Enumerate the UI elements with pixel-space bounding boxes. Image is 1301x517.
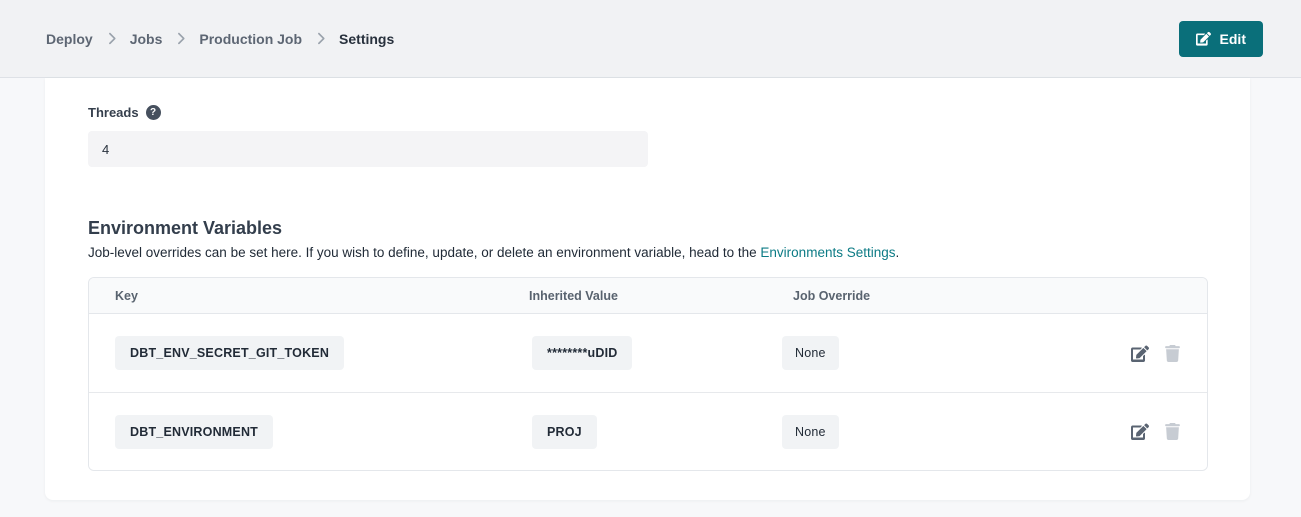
edit-pencil-square-icon bbox=[1131, 423, 1149, 440]
env-var-job-override: None bbox=[782, 415, 839, 449]
edit-pencil-square-icon bbox=[1196, 31, 1211, 46]
env-var-key: DBT_ENVIRONMENT bbox=[115, 415, 273, 449]
chevron-right-icon bbox=[316, 32, 325, 45]
settings-card: Threads ? Environment Variables Job-leve… bbox=[45, 78, 1250, 500]
edit-row-button[interactable] bbox=[1131, 423, 1149, 440]
table-row: DBT_ENV_SECRET_GIT_TOKEN ********uDID No… bbox=[89, 314, 1207, 392]
breadcrumb-item-deploy[interactable]: Deploy bbox=[46, 31, 93, 47]
edit-button-label: Edit bbox=[1220, 31, 1246, 47]
environment-variables-description: Job-level overrides can be set here. If … bbox=[88, 245, 1208, 260]
env-var-key: DBT_ENV_SECRET_GIT_TOKEN bbox=[115, 336, 344, 370]
chevron-right-icon bbox=[176, 32, 185, 45]
column-header-key: Key bbox=[89, 289, 529, 303]
chevron-right-icon bbox=[107, 32, 116, 45]
description-text: Job-level overrides can be set here. If … bbox=[88, 245, 760, 260]
column-header-inherited-value: Inherited Value bbox=[529, 289, 782, 303]
delete-row-button[interactable] bbox=[1165, 423, 1180, 440]
trash-icon bbox=[1165, 423, 1180, 440]
environment-variables-heading: Environment Variables bbox=[88, 218, 1208, 239]
edit-row-button[interactable] bbox=[1131, 345, 1149, 362]
delete-row-button[interactable] bbox=[1165, 345, 1180, 362]
environments-settings-link[interactable]: Environments Settings bbox=[760, 245, 895, 260]
breadcrumb-item-production-job[interactable]: Production Job bbox=[199, 31, 302, 47]
edit-pencil-square-icon bbox=[1131, 345, 1149, 362]
breadcrumb-item-jobs[interactable]: Jobs bbox=[130, 31, 163, 47]
breadcrumb: Deploy Jobs Production Job Settings bbox=[46, 31, 394, 47]
threads-input[interactable] bbox=[88, 131, 648, 167]
table-header-row: Key Inherited Value Job Override bbox=[89, 278, 1207, 314]
description-period: . bbox=[896, 245, 900, 260]
env-var-inherited-value: PROJ bbox=[532, 415, 597, 449]
breadcrumb-item-settings: Settings bbox=[339, 31, 394, 47]
circle-question-icon[interactable]: ? bbox=[146, 105, 161, 120]
column-header-job-override: Job Override bbox=[782, 289, 1032, 303]
env-var-inherited-value: ********uDID bbox=[532, 336, 632, 370]
environment-variables-table: Key Inherited Value Job Override DBT_ENV… bbox=[88, 277, 1208, 471]
edit-button[interactable]: Edit bbox=[1179, 21, 1263, 57]
table-row: DBT_ENVIRONMENT PROJ None bbox=[89, 392, 1207, 470]
trash-icon bbox=[1165, 345, 1180, 362]
page-header: Deploy Jobs Production Job Settings Edit bbox=[0, 0, 1301, 78]
threads-label: Threads bbox=[88, 105, 139, 120]
env-var-job-override: None bbox=[782, 336, 839, 370]
